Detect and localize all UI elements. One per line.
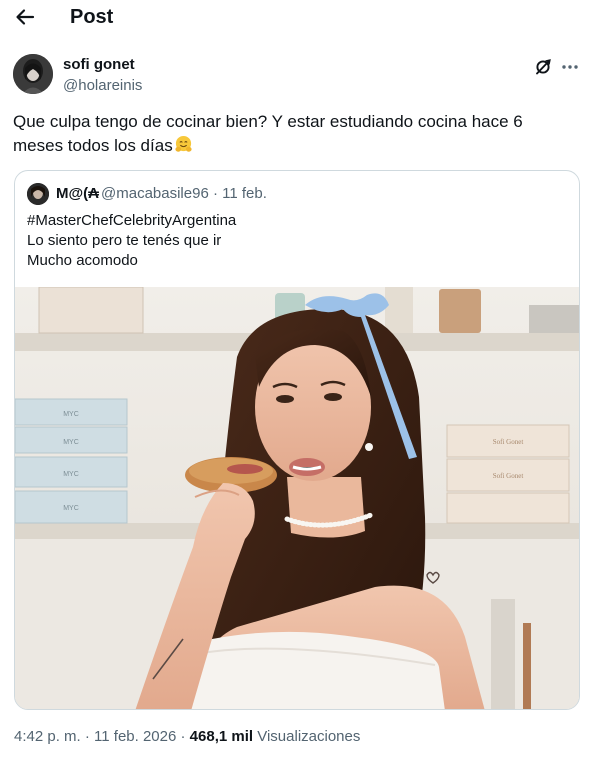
- avatar[interactable]: [13, 54, 53, 94]
- quoted-text-line: Lo siento pero te tenés que ir: [27, 232, 222, 249]
- box-label: MYC: [63, 411, 79, 418]
- quoted-post-image[interactable]: MYC MYC MYC MYC Sofi Gonet Sofi Gonet: [15, 287, 580, 710]
- page-title: Post: [70, 6, 114, 28]
- author-handle[interactable]: @holareinis: [63, 77, 142, 95]
- back-button[interactable]: [12, 4, 38, 30]
- quoted-text-line: Mucho acomodo: [27, 252, 138, 269]
- ellipsis-icon: [562, 65, 578, 69]
- quoted-display-name[interactable]: M@(₳: [56, 185, 99, 203]
- quoted-post-text: #MasterChefCelebrityArgentina Lo siento …: [27, 211, 567, 271]
- top-bar: Post: [0, 0, 592, 36]
- views-count: 468,1 mil: [189, 728, 254, 745]
- box-label: Sofi Gonet: [493, 472, 524, 480]
- post-timestamp[interactable]: 4:42 p. m. · 11 feb. 2026 ·: [14, 728, 190, 745]
- box-label: MYC: [63, 471, 79, 478]
- post-text: Que culpa tengo de cocinar bien? Y estar…: [13, 112, 523, 155]
- box-label: MYC: [63, 505, 79, 512]
- more-options-button[interactable]: [558, 56, 582, 78]
- box-label: MYC: [63, 439, 79, 446]
- grok-icon: [536, 59, 551, 75]
- post-author: sofi gonet @holareinis: [0, 52, 592, 100]
- quoted-post-card[interactable]: M@(₳ @macabasile96 · 11 feb. #MasterChef…: [14, 170, 580, 710]
- hugging-face-emoji-icon: [174, 135, 193, 154]
- views-label: Visualizaciones: [257, 728, 361, 745]
- author-display-name[interactable]: sofi gonet: [63, 56, 135, 74]
- grok-button[interactable]: [532, 56, 554, 78]
- post-metadata: 4:42 p. m. · 11 feb. 2026 · 468,1 mil Vi…: [14, 728, 360, 746]
- post-body: Que culpa tengo de cocinar bien? Y estar…: [13, 110, 573, 158]
- arrow-left-icon: [16, 9, 35, 25]
- user-avatar: [13, 54, 53, 94]
- box-label: Sofi Gonet: [493, 438, 524, 446]
- quoted-text-line: #MasterChefCelebrityArgentina: [27, 212, 237, 229]
- quoted-avatar[interactable]: [27, 183, 49, 205]
- quoted-handle-and-date[interactable]: @macabasile96 · 11 feb.: [101, 185, 267, 203]
